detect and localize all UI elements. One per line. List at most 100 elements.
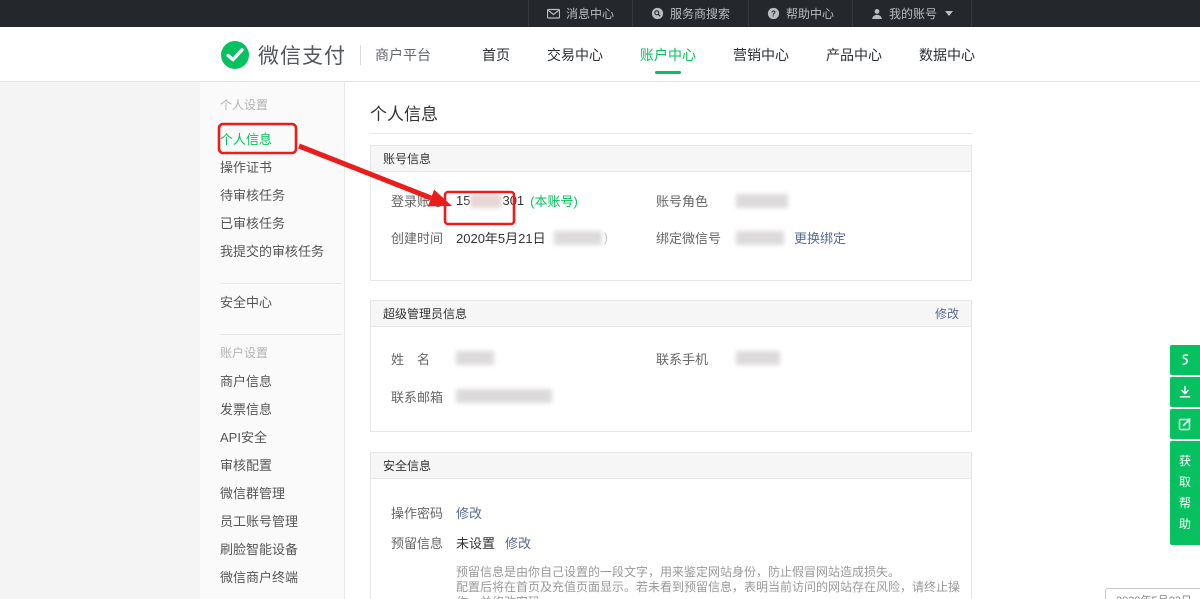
sidebar-item-wechat-merchant-terminal[interactable]: 微信商户终端 (220, 562, 344, 590)
topbar-item-label: 消息中心 (566, 5, 614, 22)
name-label: 姓 名 (391, 349, 456, 368)
brand-separator (360, 45, 361, 65)
sidebar-group-personal-settings: 个人设置 (220, 96, 344, 112)
nav-home[interactable]: 首页 (482, 45, 510, 65)
section-title: 安全信息 (383, 457, 431, 474)
rebind-link[interactable]: 更换绑定 (794, 228, 846, 247)
topbar-item-provider-search[interactable]: 服务商搜索 (632, 0, 748, 27)
reserve-info-description: 预留信息是由你自己设置的一段文字，用来鉴定网站身份，防止假冒网站造成损失。 配置… (456, 565, 971, 599)
nav-account-center[interactable]: 账户中心 (640, 45, 696, 65)
main-nav: 首页 交易中心 账户中心 营销中心 产品中心 数据中心 (445, 27, 975, 82)
s-curve-icon (1177, 352, 1193, 368)
sidebar-item-review-config[interactable]: 审核配置 (220, 450, 344, 478)
portal-name: 商户平台 (375, 45, 431, 65)
redacted-login-middle (470, 194, 502, 208)
account-info-section: 账号信息 登录账号 15301 (本账号) 账号角色 (370, 145, 972, 281)
edit-icon (1177, 416, 1193, 432)
svg-text:?: ? (771, 9, 776, 18)
account-info-header: 账号信息 (371, 146, 971, 172)
sidebar-item-pending-review-tasks[interactable]: 待审核任务 (220, 180, 344, 208)
redacted-name (456, 351, 494, 365)
float-help-widget: 获取帮助 (1170, 345, 1200, 545)
topbar-item-messages[interactable]: 消息中心 (528, 0, 632, 27)
nav-transaction-center[interactable]: 交易中心 (547, 45, 603, 65)
service-link-button[interactable] (1170, 345, 1200, 375)
sidebar-divider (220, 334, 342, 335)
redacted-email (456, 389, 552, 403)
topbar-item-label: 帮助中心 (786, 5, 834, 22)
question-icon: ? (767, 7, 780, 20)
section-title: 账号信息 (383, 150, 431, 167)
sidebar-item-personal-info[interactable]: 个人信息 (220, 124, 344, 152)
sidebar-item-my-submitted-tasks[interactable]: 我提交的审核任务 (220, 236, 344, 264)
redacted-wechat-id (736, 231, 784, 245)
security-info-header: 安全信息 (371, 453, 971, 479)
current-account-tag: (本账号) (530, 191, 578, 210)
security-info-body: 操作密码 修改 预留信息 未设置 修改 预留信息是由你自己设置的一段文字，用来鉴… (371, 479, 971, 599)
contact-phone-label: 联系手机 (656, 349, 736, 368)
download-button[interactable] (1170, 377, 1200, 407)
sidebar-item-wechat-group-management[interactable]: 微信群管理 (220, 478, 344, 506)
topbar-menu: 消息中心 服务商搜索 ? 帮助中心 我的账号 (528, 0, 972, 27)
feedback-button[interactable] (1170, 409, 1200, 439)
security-info-section: 安全信息 操作密码 修改 预留信息 未设置 修改 预留信息是由你自己设置的一段文… (370, 452, 972, 599)
get-help-label: 获取帮助 (1179, 451, 1192, 535)
sidebar-item-operation-certificate[interactable]: 操作证书 (220, 152, 344, 180)
reserve-edit-link[interactable]: 修改 (505, 533, 531, 552)
date-badge: 2020年5月22日 (1105, 588, 1200, 599)
login-account-value: 15301 (456, 193, 524, 208)
title-divider (370, 133, 972, 134)
reserve-status: 未设置 (456, 533, 495, 552)
nav-data-center[interactable]: 数据中心 (919, 45, 975, 65)
admin-info-section: 超级管理员信息 修改 姓 名 联系手机 联系邮箱 (370, 300, 972, 432)
redacted-account-role (736, 194, 788, 208)
sidebar-item-api-security[interactable]: API安全 (220, 422, 344, 450)
login-account-label: 登录账号 (391, 191, 456, 210)
wechat-pay-logo-icon (220, 40, 250, 70)
page-body: 个人设置 个人信息 操作证书 待审核任务 已审核任务 我提交的审核任务 安全中心… (0, 82, 1200, 599)
admin-edit-link[interactable]: 修改 (935, 305, 959, 322)
envelope-icon (547, 7, 560, 20)
page-title: 个人信息 (370, 100, 1200, 122)
user-icon (871, 8, 883, 20)
topbar-item-label: 服务商搜索 (670, 5, 730, 22)
sidebar-item-merchant-info[interactable]: 商户信息 (220, 366, 344, 394)
topbar-item-my-account[interactable]: 我的账号 (852, 0, 972, 27)
brand[interactable]: 微信支付 商户平台 (220, 27, 431, 82)
created-time-label: 创建时间 (391, 228, 456, 247)
reserve-info-label: 预留信息 (391, 533, 456, 552)
contact-email-label: 联系邮箱 (391, 387, 456, 406)
password-edit-link[interactable]: 修改 (456, 503, 482, 522)
admin-info-header: 超级管理员信息 修改 (371, 301, 971, 327)
topbar-item-label: 我的账号 (889, 5, 937, 22)
topbar-item-help-center[interactable]: ? 帮助中心 (748, 0, 852, 27)
account-role-label: 账号角色 (656, 191, 736, 210)
sidebar-item-face-smart-devices[interactable]: 刷脸智能设备 (220, 534, 344, 562)
sidebar-divider (220, 283, 342, 284)
topbar: 消息中心 服务商搜索 ? 帮助中心 我的账号 (0, 0, 1200, 27)
search-icon (651, 7, 664, 20)
sidebar-item-staff-account-management[interactable]: 员工账号管理 (220, 506, 344, 534)
sidebar-item-security-center[interactable]: 安全中心 (220, 287, 344, 315)
redacted-phone (736, 351, 780, 365)
get-help-button[interactable]: 获取帮助 (1170, 441, 1200, 545)
chevron-down-icon (945, 11, 953, 16)
created-time-value: 2020年5月21日) (456, 228, 608, 247)
nav-marketing-center[interactable]: 营销中心 (733, 45, 789, 65)
bound-wechat-label: 绑定微信号 (656, 228, 736, 247)
download-icon (1177, 384, 1193, 400)
header: 微信支付 商户平台 首页 交易中心 账户中心 营销中心 产品中心 数据中心 (0, 27, 1200, 82)
main-content: 个人信息 账号信息 登录账号 15301 (本账号) 账号角色 (346, 82, 1200, 599)
operation-password-label: 操作密码 (391, 503, 456, 522)
brand-name: 微信支付 (258, 40, 346, 70)
left-gutter (0, 82, 200, 599)
sidebar-item-reviewed-tasks[interactable]: 已审核任务 (220, 208, 344, 236)
admin-info-body: 姓 名 联系手机 联系邮箱 (371, 327, 971, 431)
nav-product-center[interactable]: 产品中心 (826, 45, 882, 65)
sidebar-group-account-settings: 账户设置 (220, 344, 344, 360)
redacted-created-time (554, 231, 602, 245)
account-info-body: 登录账号 15301 (本账号) 账号角色 创建时间 (371, 172, 971, 280)
sidebar-item-invoice-info[interactable]: 发票信息 (220, 394, 344, 422)
sidebar: 个人设置 个人信息 操作证书 待审核任务 已审核任务 我提交的审核任务 安全中心… (200, 82, 345, 599)
section-title: 超级管理员信息 (383, 305, 467, 322)
